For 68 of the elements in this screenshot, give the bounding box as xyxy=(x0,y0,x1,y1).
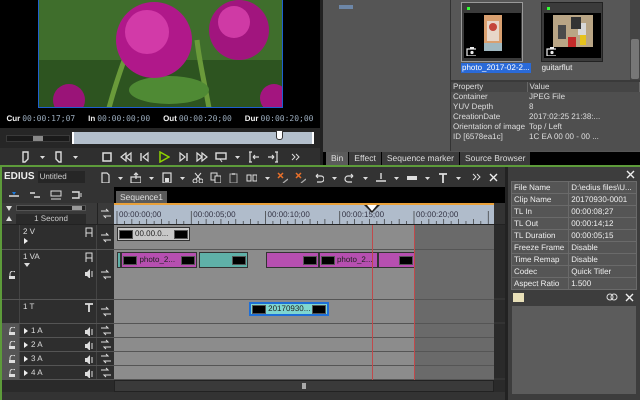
track-name: 3 A xyxy=(31,354,44,364)
timecode: 00:00:20;00 xyxy=(178,114,232,124)
track-name: 2 V xyxy=(23,227,36,237)
app-logo: EDIUS xyxy=(4,171,35,183)
clip-label: 20170930... xyxy=(268,304,310,314)
table-cell: 00:00:05;15 xyxy=(568,230,636,242)
track-name: 1 VA xyxy=(23,252,41,262)
table-cell-text: 1C EA 00 00 - 00 ... xyxy=(528,132,600,142)
zoom-level-dropdown[interactable]: 1 Second xyxy=(16,214,86,224)
table-cell: Clip Name xyxy=(512,194,569,206)
tab[interactable]: Sequence marker xyxy=(382,152,459,165)
clip[interactable]: 00.00.0... xyxy=(117,227,190,241)
tab[interactable]: Source Browser xyxy=(460,152,530,165)
table-cell: 1.500 xyxy=(568,278,636,290)
table-cell-text: Orientation of image xyxy=(452,122,526,132)
column-header[interactable]: Property xyxy=(451,82,528,92)
table-cell: Container xyxy=(451,92,528,102)
clip-label: photo_2... xyxy=(139,255,176,265)
timecode: 00:00:00;00 xyxy=(97,114,150,124)
clip-name[interactable]: photo_2017-02-2... xyxy=(461,63,531,73)
table-cell: 00:00:08;27 xyxy=(568,206,636,218)
table-cell: File Name xyxy=(512,182,569,194)
ruler-label: 00:00:10;00 xyxy=(268,210,310,220)
table-cell: D:\edius files\U... xyxy=(568,182,636,194)
timecode-label: Dur xyxy=(244,114,259,124)
track-name: 2 A xyxy=(31,340,44,350)
table-cell: Disable xyxy=(568,254,636,266)
track-name: 1 T xyxy=(23,302,36,312)
table-cell-text: YUV Depth xyxy=(452,102,494,112)
timecode: 00:00:17;07 xyxy=(22,114,76,124)
table-cell: Quick Titler xyxy=(568,266,636,278)
table-cell: TL Duration xyxy=(512,230,569,242)
clip[interactable]: photo_2... xyxy=(121,252,198,268)
table-cell: 00:00:14;12 xyxy=(568,218,636,230)
table-cell: TL In xyxy=(512,206,569,218)
table-cell: 20170930-0001 xyxy=(568,194,636,206)
clip-label: 00.00.0... xyxy=(135,229,168,239)
table-cell: Aspect Ratio xyxy=(512,278,569,290)
tab[interactable]: Effect xyxy=(349,152,381,165)
table-cell-text: ID [6578ea1c] xyxy=(452,132,504,142)
table-cell: JPEG File xyxy=(527,92,640,102)
track-name: 4 A xyxy=(31,368,44,378)
table-cell-text: CreationDate xyxy=(452,112,502,122)
table-cell-text: Top / Left xyxy=(528,122,563,132)
timecode-label: Cur xyxy=(6,114,20,124)
table-cell: Disable xyxy=(568,242,636,254)
ruler-label: 00:00:15;00 xyxy=(342,210,384,220)
tab[interactable]: Bin xyxy=(326,152,348,165)
ruler-label: 00:00:00;00 xyxy=(119,210,162,220)
track-name: 1 A xyxy=(31,326,44,336)
clip[interactable]: photo_2... xyxy=(318,252,378,268)
project-name-field[interactable]: Untitled xyxy=(38,171,85,183)
sequence-tab[interactable]: Sequence1 xyxy=(116,190,168,203)
table-cell: Time Remap xyxy=(512,254,569,266)
clip-name[interactable]: guitarflut xyxy=(540,63,574,73)
table-cell: TL Out xyxy=(512,218,569,230)
ruler-label: 00:00:20;00 xyxy=(416,210,458,220)
timecode-label: Out xyxy=(163,114,177,124)
table-cell-text: 8 xyxy=(528,102,534,112)
table-cell: Codec xyxy=(512,266,569,278)
clip-label: photo_2... xyxy=(336,255,373,265)
table-cell: Freeze Frame xyxy=(512,242,569,254)
clip[interactable]: 20170930... xyxy=(249,302,330,316)
column-header[interactable]: Value xyxy=(527,82,640,92)
timecode-label: In xyxy=(88,114,96,124)
timecode: 00:00:20;00 xyxy=(260,114,314,124)
table-cell-text: 2017:02:25 21:38:... xyxy=(528,112,602,122)
ruler-label: 00:00:05;00 xyxy=(193,210,236,220)
